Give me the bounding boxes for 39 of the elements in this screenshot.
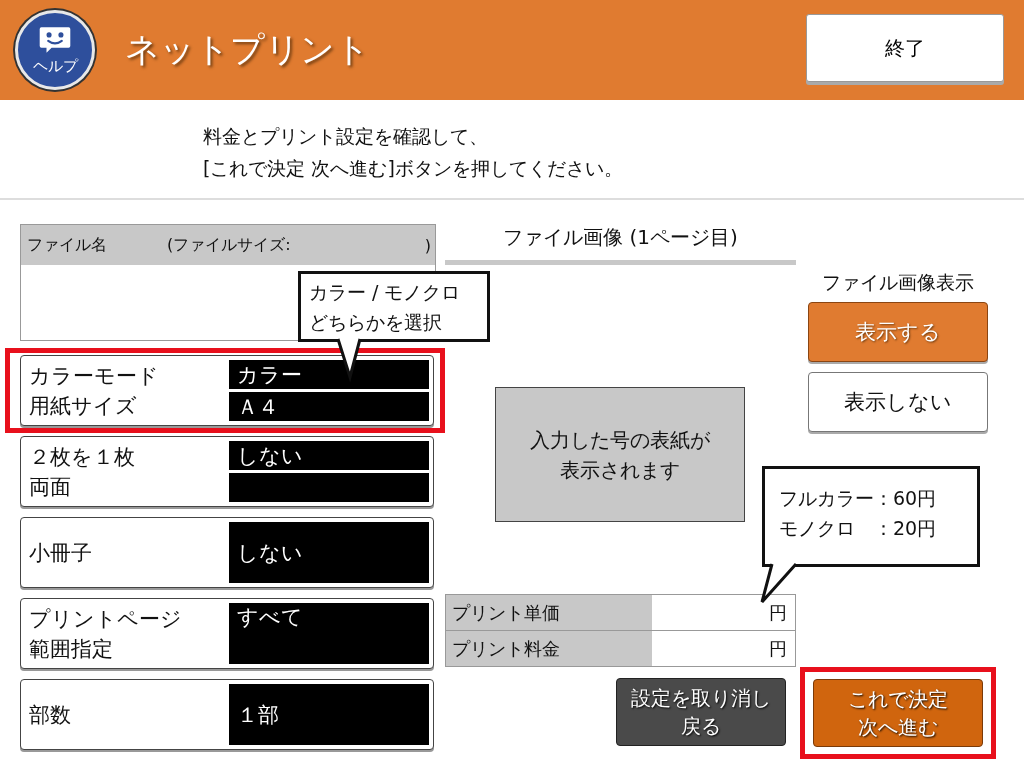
price-label: プリント料金: [446, 631, 652, 666]
setting-value: すべて: [229, 603, 429, 664]
setting-label: ２枚を１枚: [29, 443, 136, 471]
file-size-label: (ファイルサイズ:: [167, 234, 292, 256]
setting-label: カラーモード: [29, 362, 160, 390]
file-name-label: ファイル名: [27, 234, 107, 256]
setting-label: プリントページ: [29, 605, 183, 633]
setting-card[interactable]: 部数 １部: [20, 679, 434, 750]
exit-button[interactable]: 終了: [806, 14, 1004, 82]
setting-card[interactable]: プリントページ 範囲指定 すべて: [20, 598, 434, 669]
confirm-button[interactable]: これで決定 次へ進む: [812, 679, 983, 747]
app-title: ネットプリント: [125, 28, 371, 71]
display-toggle-label: ファイル画像表示: [821, 270, 974, 295]
callout-bubble: カラー / モノクロ どちらかを選択: [298, 271, 490, 342]
price-value: 円: [768, 600, 788, 625]
setting-card[interactable]: ２枚を１枚 両面 しない: [20, 436, 434, 507]
image-preview-field: 入力した号の表紙が 表示されます: [495, 387, 745, 522]
setting-label: 用紙サイズ: [29, 392, 138, 420]
setting-value: しない: [229, 522, 429, 583]
instruction-text: 料金とプリント設定を確認して、 [これで決定 次へ進む]ボタンを押してください。: [203, 124, 623, 181]
setting-label: 部数: [29, 701, 72, 729]
setting-label: 範囲指定: [29, 635, 114, 663]
setting-value: しない: [229, 441, 429, 470]
help-button[interactable]: ヘルプ: [15, 10, 95, 90]
setting-label: 両面: [29, 473, 72, 501]
setting-card[interactable]: カラーモード 用紙サイズ カラー Ａ４: [20, 355, 434, 426]
cancel-button[interactable]: 設定を取り消し 戻る: [616, 678, 786, 746]
setting-value: Ａ４: [229, 392, 429, 421]
callout-bubble: フルカラー：60円 モノクロ ：20円: [762, 466, 980, 567]
setting-label: 小冊子: [29, 539, 93, 567]
price-value: 円: [768, 636, 788, 661]
preview-title: ファイル画像 (1ページ目): [445, 224, 796, 265]
setting-card[interactable]: 小冊子 しない: [20, 517, 434, 588]
file-size-close: ): [424, 235, 431, 255]
price-label: プリント単価: [446, 595, 652, 630]
display-option-button[interactable]: 表示しない: [807, 372, 988, 432]
setting-value: １部: [229, 684, 429, 745]
setting-value: カラー: [229, 360, 429, 389]
chat-bubble-icon: [38, 24, 72, 55]
